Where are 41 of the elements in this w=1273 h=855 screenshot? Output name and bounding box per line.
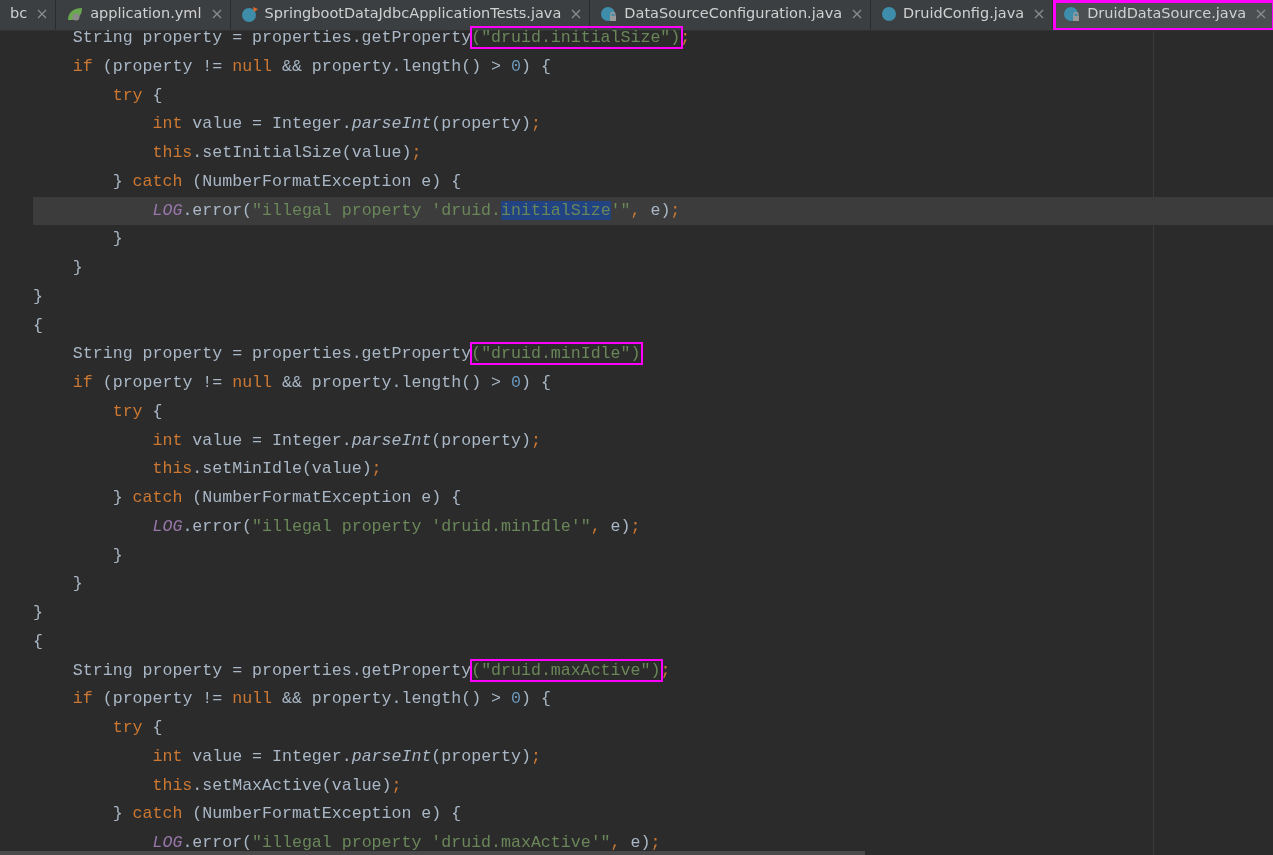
code-line: try {	[112, 719, 163, 737]
code-line: this.setMaxActive(value);	[152, 776, 402, 794]
code-line: {	[33, 316, 43, 334]
close-icon[interactable]	[37, 9, 48, 19]
code-line: int value = Integer.parseInt(property);	[152, 747, 541, 765]
code-line: }	[72, 575, 83, 593]
code-line: try {	[112, 402, 163, 420]
editor-tab[interactable]: DruidDataSource.java	[1053, 0, 1273, 30]
code-line: if (property != null && property.length() > 0) {	[72, 690, 551, 708]
code-line: }	[72, 259, 83, 277]
code-line: } catch (NumberFormatException e) {	[112, 805, 462, 823]
class-icon	[881, 6, 898, 22]
code-line: {	[33, 632, 43, 650]
code-line: }	[112, 546, 123, 564]
code-line: } catch (NumberFormatException e) {	[112, 172, 462, 190]
code-line: }	[112, 230, 123, 248]
code-line: }	[33, 604, 43, 622]
code-line: if (property != null && property.length() > 0) {	[72, 374, 551, 392]
code-line: try {	[112, 86, 163, 104]
code-line: int value = Integer.parseInt(property);	[152, 115, 541, 133]
code-line: String property = properties.getProperty("druid.maxActive");	[72, 661, 671, 679]
code-line: }	[33, 287, 43, 305]
code-line: LOG.error("illegal property 'druid.minIdle'", e);	[152, 517, 641, 535]
code-line: String property = properties.getProperty("druid.minIdle")	[72, 345, 641, 363]
code-line: } catch (NumberFormatException e) {	[112, 489, 462, 507]
code-line: String property = properties.getProperty("druid.initialSize");	[72, 29, 691, 47]
close-icon[interactable]	[1256, 9, 1267, 19]
code-line: int value = Integer.parseInt(property);	[152, 431, 541, 449]
close-icon[interactable]	[852, 9, 863, 19]
close-icon[interactable]	[1034, 9, 1045, 19]
code-line: LOG.error("illegal property 'druid.maxActive'", e);	[152, 834, 661, 852]
code-line: this.setInitialSize(value);	[152, 144, 422, 162]
code-line: if (property != null && property.length() > 0) {	[72, 57, 551, 75]
code-line: this.setMinIdle(value);	[152, 460, 382, 478]
leaf-icon	[66, 6, 85, 22]
class-icon	[240, 6, 259, 22]
code-line: LOG.error("illegal property 'druid.initialSize'", e);	[152, 201, 681, 219]
close-icon[interactable]	[211, 9, 222, 19]
locked-class-icon	[1063, 6, 1082, 22]
close-icon[interactable]	[571, 9, 582, 19]
locked-class-icon	[600, 6, 619, 22]
